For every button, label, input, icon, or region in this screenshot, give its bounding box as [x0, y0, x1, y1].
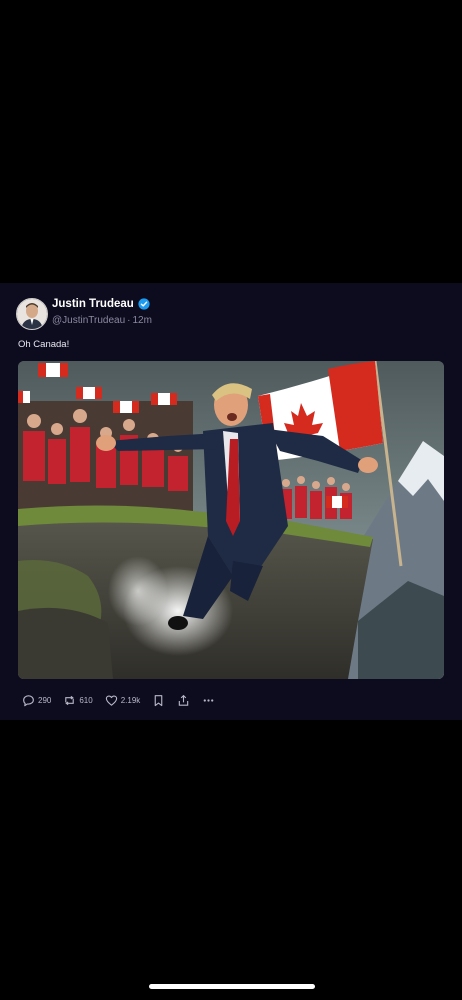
- home-indicator[interactable]: [149, 984, 315, 989]
- post-text: Oh Canada!: [18, 339, 70, 350]
- like-count: 2.19k: [120, 695, 141, 705]
- reply-button[interactable]: 290: [22, 694, 51, 707]
- post-image[interactable]: [18, 361, 444, 679]
- reply-count: 290: [38, 695, 52, 705]
- post-card[interactable]: Justin Trudeau @JustinTrudeau · 12m Oh Can…: [0, 283, 462, 720]
- repost-button[interactable]: 610: [63, 694, 93, 707]
- repost-icon: [65, 695, 75, 705]
- ellipsis-icon: [203, 698, 214, 702]
- author-handle[interactable]: @JustinTrudeau: [52, 315, 125, 326]
- author-meta-line: @JustinTrudeau · 12m: [52, 315, 152, 326]
- share-button[interactable]: [177, 694, 190, 707]
- more-options-button[interactable]: [202, 694, 215, 707]
- reply-icon: [23, 694, 34, 706]
- photo-illustration: [18, 361, 444, 679]
- share-icon: [179, 694, 189, 706]
- post-action-bar: 290 610 2.19k: [22, 690, 227, 710]
- meta-separator: ·: [127, 315, 131, 326]
- author-display-name[interactable]: Justin Trudeau: [52, 298, 150, 310]
- post-timestamp[interactable]: 12m: [133, 315, 152, 326]
- verified-badge-icon: [138, 298, 150, 310]
- avatar[interactable]: [16, 298, 48, 330]
- heart-icon: [105, 694, 117, 706]
- author-name-text[interactable]: Justin Trudeau: [52, 298, 134, 310]
- phone-screen: Justin Trudeau @JustinTrudeau · 12m Oh Can…: [0, 0, 462, 1000]
- repost-count: 610: [79, 695, 93, 705]
- bookmark-button[interactable]: [152, 694, 165, 707]
- like-button[interactable]: 2.19k: [105, 694, 141, 707]
- bookmark-icon: [154, 694, 163, 706]
